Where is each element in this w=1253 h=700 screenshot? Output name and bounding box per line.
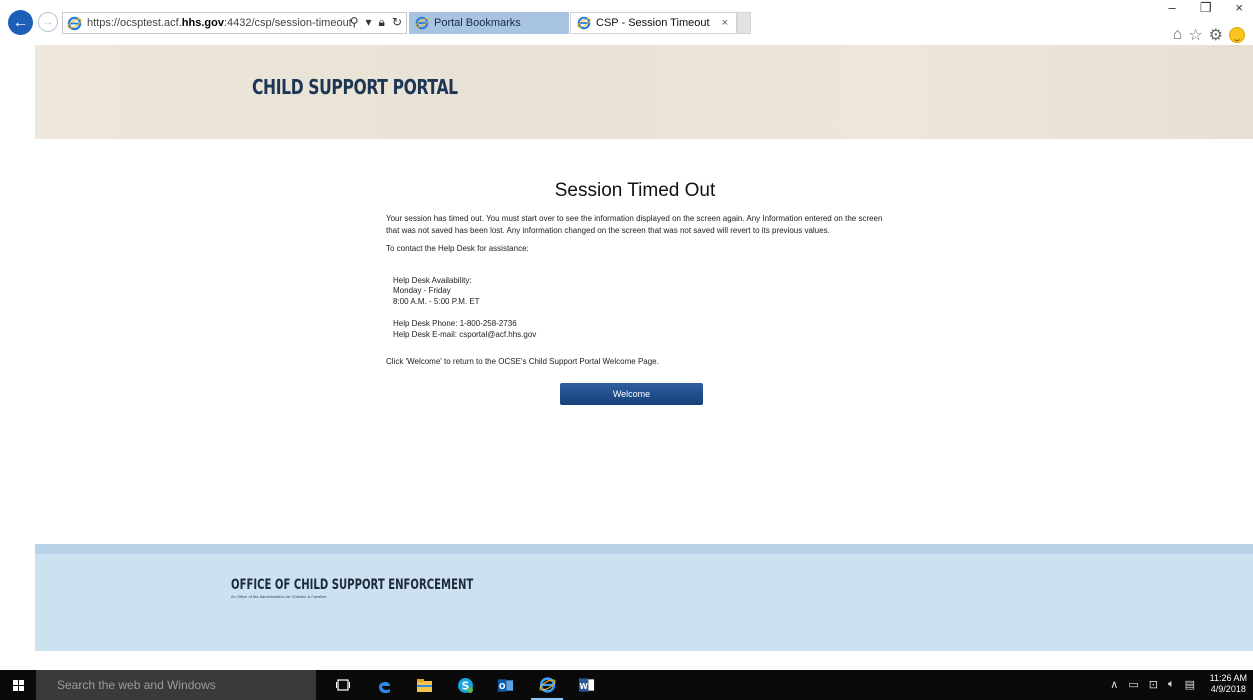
url-path: :4432/csp/session-timeout bbox=[223, 17, 352, 29]
timeout-message: Your session has timed out. You must sta… bbox=[386, 214, 883, 235]
file-explorer-icon[interactable] bbox=[416, 677, 433, 693]
portal-title: CHILD SUPPORT PORTAL bbox=[252, 75, 458, 99]
skype-icon[interactable]: S bbox=[457, 677, 474, 693]
windows-taskbar: Search the web and Windows S O W ∧ ▭ ⊡ 🔈… bbox=[0, 670, 1253, 700]
edge-icon[interactable] bbox=[376, 677, 393, 693]
word-icon[interactable]: W bbox=[578, 677, 595, 693]
outlook-icon[interactable]: O bbox=[497, 677, 514, 693]
forward-button[interactable]: → bbox=[38, 12, 58, 32]
availability-label: Help Desk Availability: bbox=[393, 275, 472, 285]
address-bar[interactable]: https://ocsptest.acf.hhs.gov:4432/csp/se… bbox=[62, 12, 407, 34]
network-icon[interactable]: ⊡ bbox=[1149, 678, 1158, 691]
help-desk-phone: Help Desk Phone: 1-800-258-2736 bbox=[393, 319, 517, 328]
battery-icon[interactable]: ▭ bbox=[1128, 678, 1138, 691]
favorites-star-icon[interactable]: ☆ bbox=[1188, 25, 1202, 45]
internet-explorer-icon bbox=[415, 16, 429, 30]
taskbar-search-box[interactable]: Search the web and Windows bbox=[36, 670, 316, 700]
dropdown-icon[interactable]: ▾ bbox=[366, 15, 372, 30]
ocse-footer: OFFICE OF CHILD SUPPORT ENFORCEMENT An O… bbox=[35, 544, 1253, 651]
close-window-icon[interactable]: × bbox=[1235, 0, 1243, 16]
windows-logo-icon bbox=[12, 679, 24, 691]
new-tab-button[interactable] bbox=[737, 12, 751, 34]
back-button[interactable]: ← bbox=[8, 10, 33, 35]
system-tray: ∧ ▭ ⊡ 🔈︎ ▤ bbox=[1110, 678, 1195, 691]
ocse-logo: OFFICE OF CHILD SUPPORT ENFORCEMENT An O… bbox=[231, 577, 567, 599]
browser-tools: ⌂ ☆ ⚙ bbox=[1173, 25, 1245, 45]
arrow-left-icon: ← bbox=[12, 13, 29, 31]
start-button[interactable] bbox=[0, 670, 36, 700]
svg-text:W: W bbox=[580, 682, 589, 691]
search-icon[interactable]: ⚲ bbox=[350, 15, 359, 30]
welcome-button[interactable]: Welcome bbox=[560, 382, 703, 405]
clock-time: 11:26 AM bbox=[1209, 673, 1247, 683]
availability-hours: 8:00 A.M. - 5:00 P.M. ET bbox=[393, 296, 480, 306]
help-desk-contact: Help Desk Phone: 1-800-258-2736 Help Des… bbox=[386, 319, 884, 340]
task-view-icon[interactable] bbox=[334, 677, 351, 693]
tab-label: Portal Bookmarks bbox=[434, 17, 521, 29]
restore-icon[interactable]: ❐ bbox=[1200, 0, 1212, 16]
page-title: Session Timed Out bbox=[554, 180, 716, 201]
volume-muted-icon[interactable]: 🔈︎ bbox=[1168, 678, 1175, 691]
address-url: https://ocsptest.acf.hhs.gov:4432/csp/se… bbox=[87, 17, 352, 29]
notifications-icon[interactable]: ▤ bbox=[1185, 678, 1195, 691]
url-domain: hhs.gov bbox=[181, 17, 224, 29]
minimize-icon[interactable]: – bbox=[1169, 0, 1176, 16]
tab-session-timeout[interactable]: CSP - Session Timeout × bbox=[570, 12, 737, 34]
gear-icon[interactable]: ⚙ bbox=[1209, 25, 1223, 45]
help-desk-hours: Help Desk Availability: Monday - Friday … bbox=[386, 276, 884, 308]
tab-label: CSP - Session Timeout bbox=[596, 17, 710, 29]
chevron-up-icon[interactable]: ∧ bbox=[1110, 678, 1118, 691]
internet-explorer-icon bbox=[67, 16, 82, 30]
close-tab-icon[interactable]: × bbox=[722, 17, 728, 29]
taskbar-clock[interactable]: 11:26 AM 4/9/2018 bbox=[1210, 673, 1247, 695]
url-prefix: https://ocsptest.acf. bbox=[87, 17, 182, 29]
internet-explorer-icon bbox=[577, 16, 591, 30]
home-icon[interactable]: ⌂ bbox=[1173, 26, 1183, 44]
availability-days: Monday - Friday bbox=[393, 286, 451, 295]
footer-org-subtitle: An Office of the Administration for Chil… bbox=[231, 594, 327, 599]
window-controls: – ❐ × bbox=[1169, 0, 1243, 16]
browser-chrome: ← → https://ocsptest.acf.hhs.gov:4432/cs… bbox=[0, 0, 1253, 45]
address-tools: ⚲ ▾ 🔒︎ ↻ bbox=[350, 15, 402, 30]
internet-explorer-taskbar-icon[interactable] bbox=[531, 677, 563, 700]
tab-portal-bookmarks[interactable]: Portal Bookmarks bbox=[409, 12, 569, 34]
arrow-right-icon: → bbox=[42, 16, 54, 28]
refresh-icon[interactable]: ↻ bbox=[392, 15, 402, 30]
return-instruction: Click 'Welcome' to return to the OCSE's … bbox=[386, 357, 659, 366]
feedback-smiley-icon[interactable] bbox=[1229, 27, 1245, 43]
help-desk-intro: To contact the Help Desk for assistance: bbox=[386, 244, 529, 253]
session-timeout-content: Session Timed Out Your session has timed… bbox=[386, 180, 884, 405]
clock-date: 4/9/2018 bbox=[1210, 684, 1246, 694]
lock-icon[interactable]: 🔒︎ bbox=[379, 15, 385, 30]
help-desk-email: Help Desk E-mail: csportal@acf.hhs.gov bbox=[393, 329, 537, 339]
svg-text:O: O bbox=[499, 681, 506, 690]
portal-header: CHILD SUPPORT PORTAL bbox=[35, 45, 1253, 139]
footer-org-name: OFFICE OF CHILD SUPPORT ENFORCEMENT bbox=[231, 577, 474, 593]
